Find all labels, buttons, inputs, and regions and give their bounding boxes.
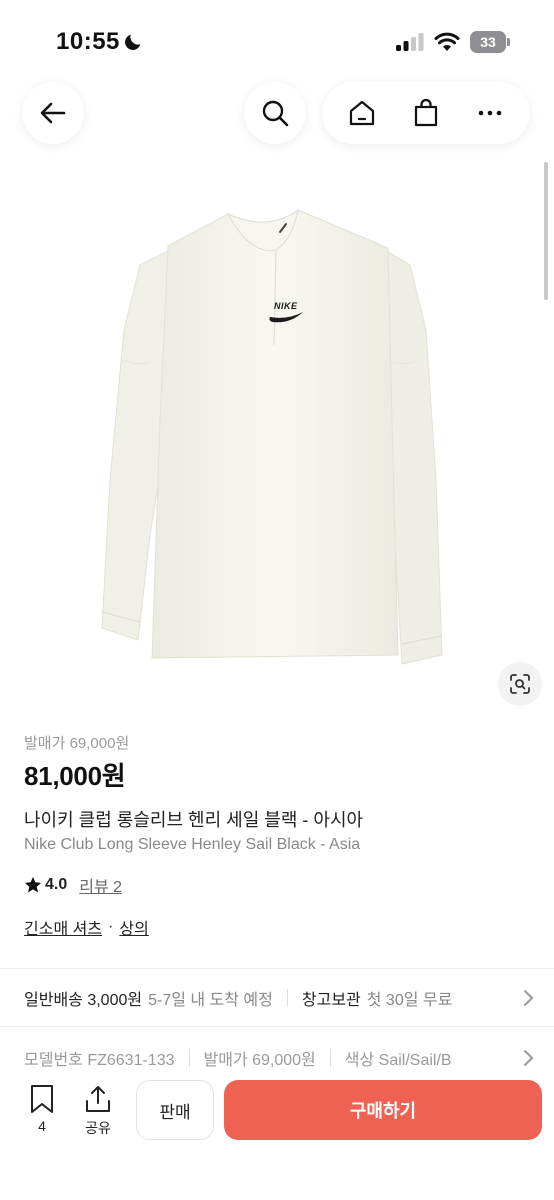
image-search-button[interactable] <box>498 662 542 706</box>
shipping-label: 일반배송 3,000원 <box>24 992 143 1009</box>
top-navigation <box>0 82 554 146</box>
category-separator: · <box>108 918 114 935</box>
shopping-bag-icon[interactable] <box>411 98 441 128</box>
nike-logo-text: NIKE <box>274 301 298 311</box>
section-divider <box>0 968 554 969</box>
category-link-tops[interactable]: 상의 <box>119 915 148 939</box>
home-icon[interactable] <box>347 98 377 128</box>
share-icon <box>86 1086 110 1112</box>
share-button[interactable]: 공유 <box>74 1084 122 1138</box>
status-bar: 10:55 33 <box>0 0 554 80</box>
back-arrow-icon <box>40 102 66 124</box>
storage-detail: 첫 30일 무료 <box>366 992 453 1009</box>
section-divider <box>0 1026 554 1027</box>
moon-icon <box>125 34 141 50</box>
release-price: 발매가 69,000원 <box>24 735 130 752</box>
share-label: 공유 <box>85 1120 111 1136</box>
save-button[interactable]: 4 <box>18 1084 66 1134</box>
sell-button[interactable]: 판매 <box>136 1080 214 1140</box>
wifi-icon <box>434 32 460 51</box>
spec-row[interactable]: 모델번호 FZ6631-133 발매가 69,000원 색상 Sail/Sail… <box>24 1046 534 1070</box>
nav-actions-group <box>322 82 530 144</box>
sale-price: 81,000원 <box>24 761 126 791</box>
spec-release-price: 발매가 69,000원 <box>203 1052 316 1069</box>
buy-button[interactable]: 구매하기 <box>224 1080 542 1140</box>
product-title-english: Nike Club Long Sleeve Henley Sail Black … <box>24 836 361 853</box>
back-button[interactable] <box>22 82 84 144</box>
bottom-action-bar: 4 공유 판매 구매하기 <box>0 1070 554 1200</box>
search-icon <box>262 100 289 127</box>
storage-label: 창고보관 <box>301 992 361 1009</box>
product-image[interactable] <box>0 150 554 710</box>
status-time: 10:55 <box>56 28 120 55</box>
chevron-right-icon <box>524 1050 533 1066</box>
category-link-long-sleeve[interactable]: 긴소매 셔츠 <box>24 915 102 939</box>
bookmark-icon <box>31 1085 53 1113</box>
shipping-row[interactable]: 일반배송 3,000원 5-7일 내 도착 예정 창고보관 첫 30일 무료 <box>24 986 534 1010</box>
battery-tip <box>507 38 510 46</box>
lens-icon <box>510 674 530 694</box>
product-title-korean: 나이키 클럽 롱슬리브 헨리 세일 블랙 - 아시아 <box>24 810 364 830</box>
search-button[interactable] <box>244 82 306 144</box>
rating-row: 4.0 리뷰 2 <box>24 873 534 897</box>
more-icon[interactable] <box>475 98 505 128</box>
category-row: 긴소매 셔츠 · 상의 <box>24 915 534 939</box>
divider <box>329 1049 331 1067</box>
battery-level: 33 <box>470 31 506 53</box>
battery-indicator: 33 <box>470 31 510 53</box>
shipping-detail: 5-7일 내 도착 예정 <box>148 992 273 1009</box>
review-link[interactable]: 리뷰 2 <box>79 873 122 897</box>
save-count: 4 <box>38 1118 46 1134</box>
divider <box>188 1049 190 1067</box>
divider <box>286 989 288 1007</box>
signal-icon <box>396 33 424 51</box>
color-spec: 색상 Sail/Sail/B <box>344 1052 452 1069</box>
star-icon <box>24 876 42 893</box>
rating-value: 4.0 <box>45 876 68 893</box>
model-number: 모델번호 FZ6631-133 <box>24 1052 175 1069</box>
chevron-right-icon <box>524 990 533 1006</box>
